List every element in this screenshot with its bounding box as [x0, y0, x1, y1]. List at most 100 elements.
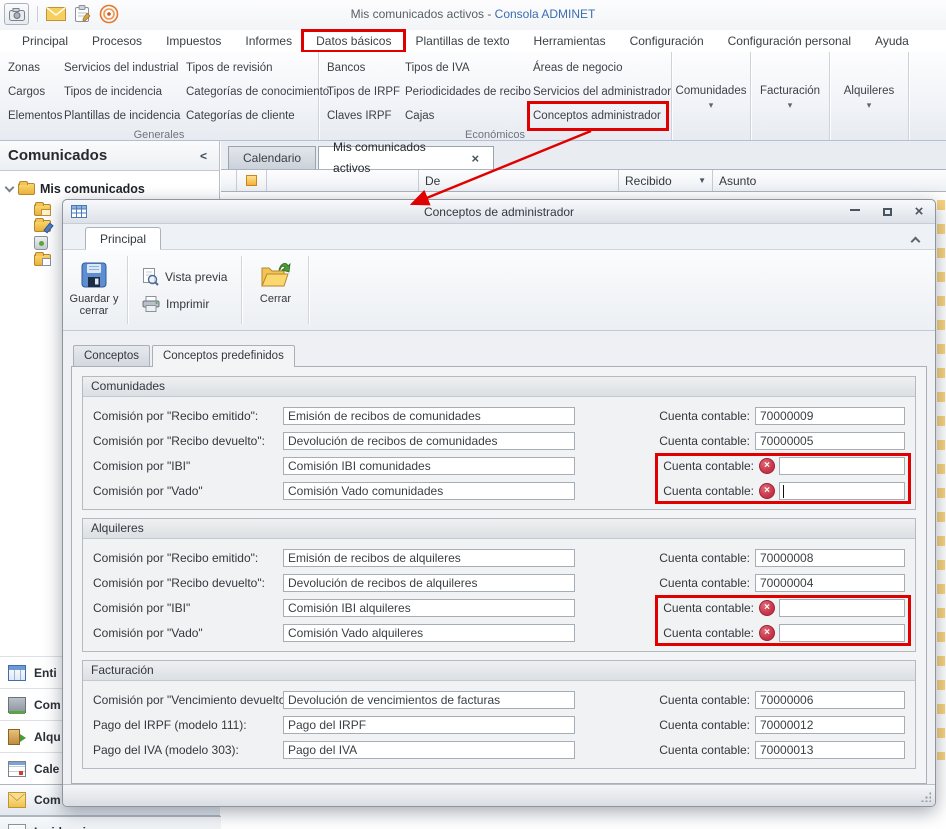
ribbon-item[interactable]: Plantillas de incidencia [61, 104, 173, 128]
account-input[interactable]: 70000005 [755, 432, 905, 450]
ribbon-dropdown-button[interactable]: Comunidades ▾ [672, 52, 751, 140]
tree-root-mis-comunicados[interactable]: Mis comunicados [6, 179, 219, 199]
ribbon-item[interactable]: Servicios del administrador [530, 80, 666, 104]
concept-text-input[interactable]: Comisión IBI alquileres [283, 599, 575, 617]
ribbon-item[interactable]: Tipos de incidencia [61, 80, 173, 104]
concept-text-input[interactable]: Comisión IBI comunidades [283, 457, 575, 475]
ribbon-item[interactable]: Tipos de revisión [183, 56, 313, 80]
print-button[interactable]: Imprimir [142, 296, 227, 312]
menu-item[interactable]: Configuración [618, 32, 716, 50]
grid-column-header[interactable]: ▼ [237, 170, 267, 191]
grid-row-icon-fragments [937, 200, 945, 760]
close-button[interactable]: Cerrar [244, 254, 306, 326]
menu-item[interactable]: Informes [233, 32, 304, 50]
concept-text-input[interactable]: Devolución de vencimientos de facturas [283, 691, 575, 709]
close-window-button[interactable]: × [911, 205, 927, 219]
toolbar-separator [127, 256, 128, 324]
grid-column-header[interactable]: De ▼ [419, 170, 619, 191]
concept-text-input[interactable]: Devolución de recibos de comunidades [283, 432, 575, 450]
ribbon-item[interactable]: Cargos [5, 80, 51, 104]
ribbon-item[interactable]: Claves IRPF [324, 104, 392, 128]
ribbon-item[interactable]: Áreas de negocio [530, 56, 666, 80]
field-label: Pago del IRPF (modelo 111): [93, 718, 283, 732]
ribbon-item[interactable]: Bancos [324, 56, 392, 80]
account-label: Cuenta contable: [663, 626, 754, 640]
ribbon-item[interactable]: Conceptos administrador [530, 104, 666, 128]
concept-text-input[interactable]: Comisión Vado alquileres [283, 624, 575, 642]
group-title: Comunidades [83, 377, 915, 397]
grid-column-header[interactable]: ▼ [221, 170, 237, 191]
account-input[interactable]: 70000008 [755, 549, 905, 567]
ribbon-dropdown-button[interactable]: Facturación ▾ [751, 52, 830, 140]
document-tab[interactable]: Calendario × [228, 146, 316, 169]
preview-button[interactable]: Vista previa [142, 268, 227, 286]
ribbon-item[interactable]: Tipos de IRPF [324, 80, 392, 104]
grid-column-header[interactable]: Recibido ▼ [619, 170, 713, 191]
tree-child-folder-icon[interactable] [34, 254, 51, 266]
concept-text-input[interactable]: Emisión de recibos de alquileres [283, 549, 575, 567]
tree-child-folder-icon[interactable] [34, 204, 51, 216]
tab-conceptos[interactable]: Conceptos [73, 345, 150, 366]
menu-item[interactable]: Datos básicos [304, 32, 403, 50]
ribbon-item[interactable]: Cajas [402, 104, 520, 128]
ribbon-group-economicos: Bancos Tipos de IRPF Claves IRPF Tipos d… [319, 52, 672, 140]
field-label: Comisión por "Vado" [93, 484, 283, 498]
ribbon-item[interactable]: Tipos de IVA [402, 56, 520, 80]
chevron-down-icon: ▾ [867, 102, 872, 108]
account-input[interactable]: 70000006 [755, 691, 905, 709]
menu-item[interactable]: Ayuda [863, 32, 921, 50]
account-input[interactable] [779, 482, 905, 500]
ribbon-item[interactable]: Categorías de conocimiento [183, 80, 313, 104]
concept-text-input[interactable]: Comisión Vado comunidades [283, 482, 575, 500]
close-tab-icon[interactable]: × [471, 148, 479, 169]
grid-column-header[interactable]: ▼ [267, 170, 419, 191]
ribbon-item[interactable]: Categorías de cliente [183, 104, 313, 128]
ribbon-item[interactable]: Elementos [5, 104, 51, 128]
form-row: Comisión por "Recibo emitido":Emisión de… [83, 403, 915, 428]
ribbon-item[interactable]: Periodicidades de recibo [402, 80, 520, 104]
save-and-close-button[interactable]: Guardar y cerrar [63, 254, 125, 326]
resize-grip[interactable] [921, 792, 931, 802]
account-input[interactable] [779, 457, 905, 475]
account-input[interactable]: 70000012 [755, 716, 905, 734]
concept-text-input[interactable]: Emisión de recibos de comunidades [283, 407, 575, 425]
menu-item[interactable]: Procesos [80, 32, 154, 50]
account-input[interactable] [779, 599, 905, 617]
minimize-button[interactable] [847, 205, 863, 219]
ribbon-item[interactable]: Servicios del industrial [61, 56, 173, 80]
account-input[interactable] [779, 624, 905, 642]
collapse-ribbon-icon[interactable] [912, 235, 921, 244]
dialog-tabs: Conceptos Conceptos predefinidos [73, 345, 297, 367]
dialog-title: Conceptos de administrador [63, 205, 935, 219]
ribbon-item[interactable]: Zonas [5, 56, 51, 80]
document-tab[interactable]: Mis comunicados activos × [318, 146, 494, 169]
tab-principal[interactable]: Principal [85, 227, 161, 250]
field-label: Comisión por "IBI" [93, 601, 283, 615]
menu-item[interactable]: Configuración personal [716, 32, 863, 50]
toolbar-separator [241, 256, 242, 324]
nav-item-icon [8, 697, 26, 713]
menu-item[interactable]: Principal [10, 32, 80, 50]
account-input[interactable]: 70000009 [755, 407, 905, 425]
form-row: Comisión por "Recibo devuelto":Devolució… [83, 570, 915, 595]
menu-item[interactable]: Plantillas de texto [403, 32, 521, 50]
fieldset-facturación: FacturaciónComisión por "Vencimiento dev… [82, 660, 916, 769]
concept-text-input[interactable]: Pago del IVA [283, 741, 575, 759]
account-input[interactable]: 70000004 [755, 574, 905, 592]
dropdown-icon[interactable]: ▼ [698, 176, 706, 185]
menu-item[interactable]: Impuestos [154, 32, 233, 50]
menu-item[interactable]: Herramientas [522, 32, 618, 50]
tree-expand-icon[interactable] [5, 183, 15, 193]
menubar: Principal Procesos Impuestos Informes Da… [0, 30, 946, 52]
restore-button[interactable] [879, 205, 895, 219]
collapse-pane-icon[interactable]: < [196, 149, 211, 163]
tab-conceptos-predefinidos[interactable]: Conceptos predefinidos [152, 345, 295, 367]
account-input[interactable]: 70000013 [755, 741, 905, 759]
concept-text-input[interactable]: Devolución de recibos de alquileres [283, 574, 575, 592]
tree-child-folder-icon[interactable] [34, 236, 48, 250]
account-label: Cuenta contable: [663, 601, 754, 615]
ribbon-dropdown-button[interactable]: Alquileres ▾ [830, 52, 909, 140]
grid-column-header[interactable]: Asunto ▼ [713, 170, 946, 191]
tree-child-folder-icon[interactable] [34, 220, 51, 232]
concept-text-input[interactable]: Pago del IRPF [283, 716, 575, 734]
